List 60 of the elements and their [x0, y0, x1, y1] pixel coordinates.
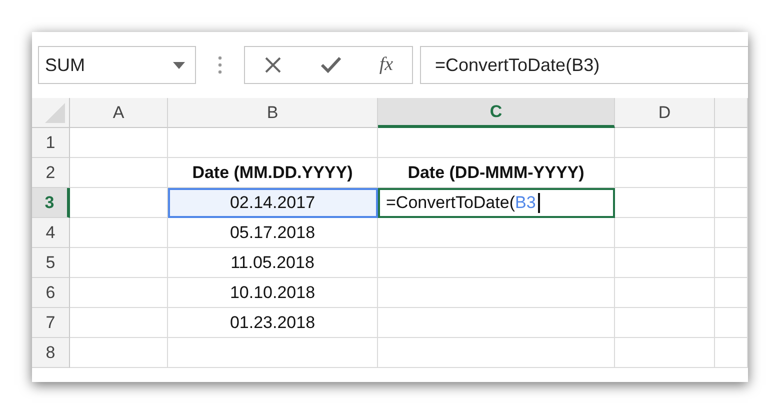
enter-button[interactable]: [320, 56, 342, 74]
table-cell[interactable]: [615, 278, 715, 308]
row-header[interactable]: 6: [32, 278, 70, 308]
row-header[interactable]: 3: [32, 188, 70, 218]
row-header[interactable]: 1: [32, 128, 70, 158]
table-cell[interactable]: [70, 218, 168, 248]
table-cell[interactable]: [715, 188, 748, 218]
table-cell[interactable]: [715, 248, 748, 278]
insert-function-button[interactable]: fx: [379, 50, 394, 80]
table-cell[interactable]: [378, 278, 615, 308]
table-cell[interactable]: [168, 128, 378, 158]
column-header[interactable]: C: [378, 98, 615, 128]
table-cell[interactable]: [70, 308, 168, 338]
table-cell[interactable]: 11.05.2018: [168, 248, 378, 278]
grip-dots-icon: [218, 55, 222, 75]
table-cell[interactable]: 02.14.2017: [168, 188, 378, 218]
corner-triangle-icon: [45, 103, 65, 123]
cancel-button[interactable]: [264, 56, 282, 74]
column-header[interactable]: A: [70, 98, 168, 128]
column-header[interactable]: [715, 98, 748, 128]
row-header[interactable]: 5: [32, 248, 70, 278]
table-cell[interactable]: [615, 128, 715, 158]
table-cell[interactable]: [378, 218, 615, 248]
table-cell[interactable]: [715, 218, 748, 248]
dropdown-arrow-icon[interactable]: [173, 62, 185, 68]
table-cell[interactable]: [615, 308, 715, 338]
table-cell[interactable]: [715, 308, 748, 338]
table-cell[interactable]: [378, 338, 615, 368]
row-header[interactable]: 2: [32, 158, 70, 188]
table-cell[interactable]: [615, 158, 715, 188]
table-cell[interactable]: [378, 128, 615, 158]
table-cell[interactable]: [70, 158, 168, 188]
table-cell[interactable]: [168, 338, 378, 368]
table-cell[interactable]: [715, 338, 748, 368]
column-header[interactable]: B: [168, 98, 378, 128]
table-cell[interactable]: [70, 248, 168, 278]
table-cell[interactable]: [378, 308, 615, 338]
table-cell[interactable]: 10.10.2018: [168, 278, 378, 308]
table-cell[interactable]: [715, 278, 748, 308]
table-cell[interactable]: =ConvertToDate(B3: [378, 188, 615, 218]
table-cell[interactable]: [615, 338, 715, 368]
table-cell[interactable]: [715, 128, 748, 158]
table-cell[interactable]: [615, 218, 715, 248]
name-box[interactable]: SUM: [38, 46, 196, 84]
table-cell[interactable]: Date (DD-MMM-YYYY): [378, 158, 615, 188]
row-header[interactable]: 8: [32, 338, 70, 368]
column-header[interactable]: D: [615, 98, 715, 128]
row-header[interactable]: 4: [32, 218, 70, 248]
table-cell[interactable]: [70, 338, 168, 368]
formula-field[interactable]: =ConvertToDate(B3): [420, 46, 748, 84]
table-cell[interactable]: 05.17.2018: [168, 218, 378, 248]
table-cell[interactable]: [715, 158, 748, 188]
table-cell[interactable]: 01.23.2018: [168, 308, 378, 338]
table-cell[interactable]: [70, 278, 168, 308]
table-cell[interactable]: [70, 128, 168, 158]
table-cell[interactable]: [615, 188, 715, 218]
table-cell[interactable]: [378, 248, 615, 278]
row-header[interactable]: 7: [32, 308, 70, 338]
select-all-corner[interactable]: [32, 98, 70, 128]
table-cell[interactable]: [615, 248, 715, 278]
